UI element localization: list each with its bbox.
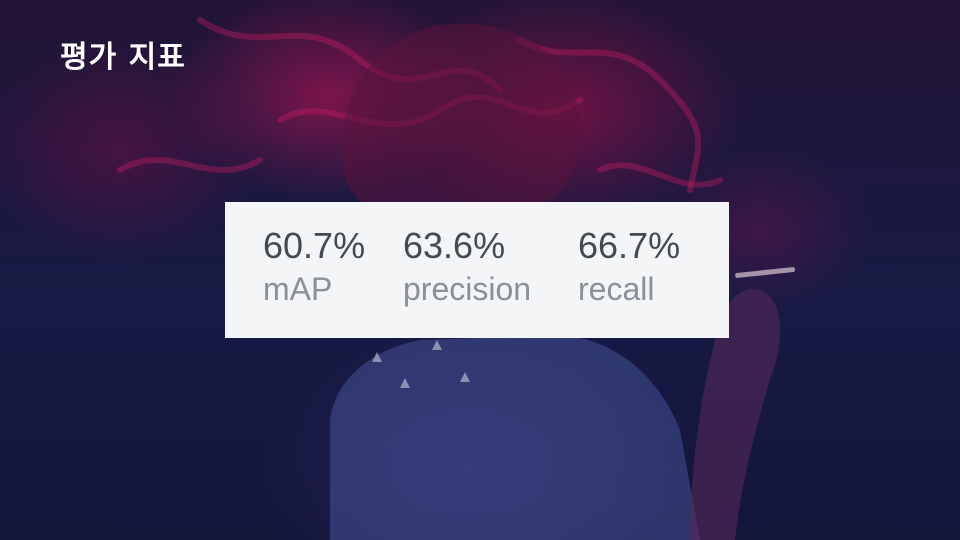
slide-title: 평가 지표 [60, 40, 186, 75]
cigarette [735, 267, 795, 278]
metric-precision: 63.6% precision [403, 224, 531, 310]
metric-value: 60.7% [263, 225, 366, 266]
metric-label: mAP [263, 271, 333, 307]
metric-value: 63.6% [403, 225, 506, 266]
metric-value: 66.7% [578, 225, 681, 266]
slide: 평가 지표 60.7% mAP 63.6% precision 66.7% re… [0, 0, 960, 540]
metric-label: precision [403, 271, 532, 307]
metric-recall: 66.7% recall [578, 224, 680, 310]
jacket-silhouette [330, 335, 700, 540]
metric-map: 60.7% mAP [263, 224, 365, 310]
metric-label: recall [578, 271, 655, 307]
metrics-card: 60.7% mAP 63.6% precision 66.7% recall [225, 202, 729, 338]
head-silhouette [341, 23, 581, 211]
